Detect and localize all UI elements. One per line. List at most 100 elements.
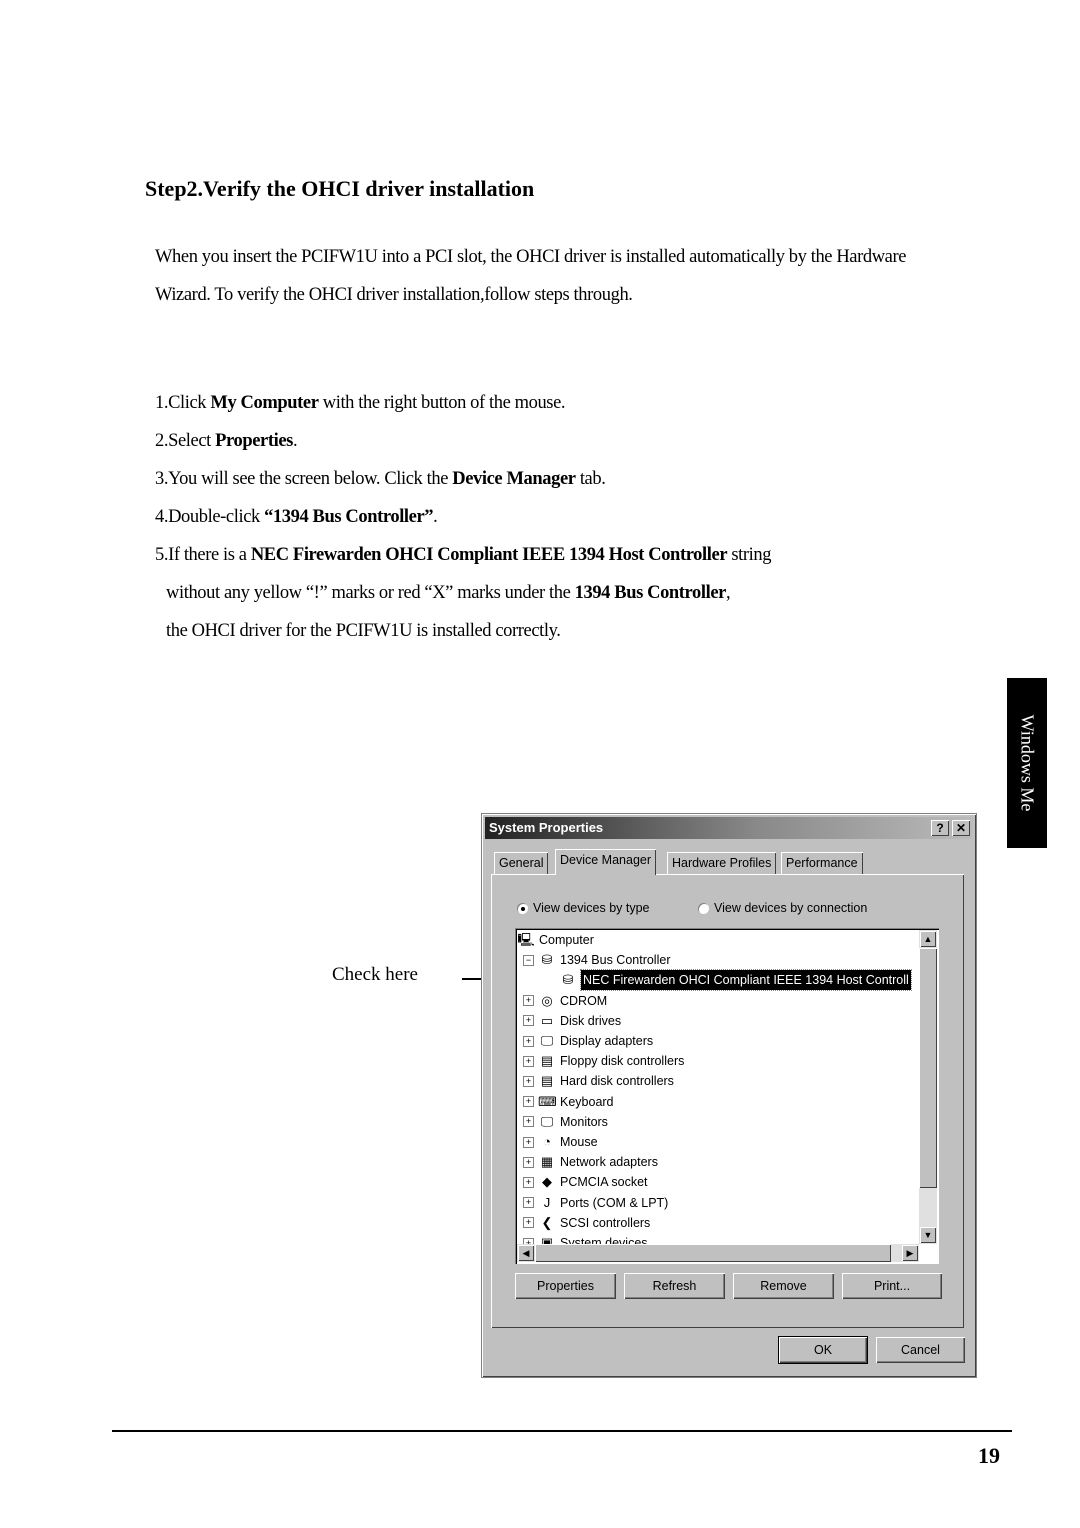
footer-rule [112,1430,1012,1432]
step-3: 3.You will see the screen below. Click t… [155,469,606,489]
device-icon: ◔ [543,1134,551,1149]
radio-unselected-icon [698,902,709,914]
tree-item[interactable]: + 🖵 Monitors [523,1112,608,1132]
step-5-cont: without any yellow “!” marks or red “X” … [166,583,731,603]
tree-item[interactable]: + ▤ Floppy disk controllers [523,1051,684,1071]
tree-item[interactable]: ⛁ NEC Firewarden OHCI Compliant IEEE 1394… [559,969,912,992]
tree-item[interactable]: + 🖵 Display adapters [523,1031,653,1051]
device-icon: ⛁ [562,972,574,988]
dialog-title: System Properties [489,820,604,835]
tree-item-label: CDROM [560,993,608,1008]
device-icon: 🖵 [540,1113,554,1129]
intro-paragraph: When you insert the PCIFW1U into a PCI s… [155,247,907,305]
tree-item-label: Display adapters [560,1034,654,1048]
step-5: 5.If there is a NEC Firewarden OHCI Comp… [155,545,772,565]
tree-item[interactable]: + ◎ CDROM [523,991,607,1011]
device-icon: ◎ [541,992,553,1008]
scroll-up-icon[interactable]: ▲ [920,931,936,947]
step-4: 4.Double-click “1394 Bus Controller”. [155,507,438,527]
tree-item-label: Mouse [560,1135,598,1149]
scroll-thumb[interactable] [919,948,937,1188]
radio-selected-icon [517,902,528,914]
tree-item[interactable]: + ◆ PCMCIA socket [523,1172,648,1192]
expand-icon[interactable]: + [523,995,534,1007]
tree-item-label: Computer [539,933,594,947]
callout-label: Check here [332,964,418,985]
cancel-button[interactable]: Cancel [876,1337,965,1363]
step-5-end: the OHCI driver for the PCIFW1U is insta… [166,621,561,641]
device-icon: Ј [543,1194,551,1210]
device-tree[interactable]: + ▣ System devices + ❮ SCSI controllers + Ј Port… [515,928,939,1264]
radio-view-by-type[interactable]: View devices by type [517,901,650,915]
scroll-right-icon[interactable]: ▶ [902,1245,918,1261]
expand-icon[interactable]: + [523,1197,534,1209]
step-1: 1.Click My Computer with the right butto… [155,393,566,413]
scroll-down-icon[interactable]: ▼ [920,1227,936,1243]
tree-item-label: Hard disk controllers [560,1074,674,1089]
expand-icon[interactable]: + [523,1075,534,1087]
expand-icon[interactable]: + [523,1217,534,1229]
expand-icon[interactable]: + [523,1136,534,1148]
device-icon: ▦ [540,1154,554,1170]
chapter-side-tab: Windows Me [1007,678,1047,848]
expand-icon[interactable]: + [523,1035,534,1047]
radio-view-by-connection[interactable]: View devices by connection [698,901,867,915]
title-bar: System Properties ? ✕ [485,817,973,839]
tree-item[interactable]: + Ј Ports (COM & LPT) [523,1193,668,1213]
device-icon: ⌨ [538,1093,557,1109]
expand-icon[interactable]: + [523,1176,534,1188]
device-icon: 🖳 [517,932,535,947]
hscroll-thumb[interactable] [535,1244,891,1262]
tab-hardware-profiles[interactable]: Hardware Profiles [667,852,777,874]
tree-item[interactable]: − ⛁ 1394 Bus Controller [523,950,670,970]
tree-item-label: SCSI controllers [560,1215,651,1230]
ok-button[interactable]: OK [778,1336,868,1364]
tree-item[interactable]: + ◔ Mouse [523,1132,598,1152]
horizontal-scrollbar[interactable]: ◀ ▶ [517,1244,919,1262]
device-icon: ⛁ [541,952,553,968]
tree-item[interactable]: + ▤ Hard disk controllers [523,1071,674,1091]
expand-icon[interactable]: + [523,1015,534,1027]
tree-item[interactable]: + ▭ Disk drives [523,1011,621,1031]
section-heading: Step2.Verify the OHCI driver installatio… [145,176,535,201]
step-list: 1.Click My Computer with the right butto… [155,384,935,650]
tree-item-label: PCMCIA socket [560,1175,648,1190]
system-properties-dialog: System Properties ? ✕ General Device Man… [481,813,977,1378]
tree-item-label: Ports (COM & LPT) [560,1195,669,1210]
device-icon: ◆ [542,1174,552,1190]
refresh-button[interactable]: Refresh [624,1273,725,1299]
tree-item-label: NEC Firewarden OHCI Compliant IEEE 1394 … [580,969,912,992]
tree-item[interactable]: 🖳 Computer [517,930,594,950]
device-icon: ❮ [541,1214,553,1230]
tree-item-label: Keyboard [560,1094,614,1109]
tree-item[interactable]: + ▦ Network adapters [523,1152,658,1172]
print-button[interactable]: Print... [842,1273,942,1299]
device-icon: ▭ [540,1012,554,1028]
properties-button[interactable]: Properties [515,1273,616,1299]
page-number: 19 [978,1443,1000,1468]
tab-general[interactable]: General [494,852,549,874]
tree-item-label: Monitors [560,1114,608,1129]
device-icon: ▤ [540,1073,554,1089]
tree-item-label: 1394 Bus Controller [560,953,671,968]
expand-icon[interactable]: + [523,1055,534,1067]
close-button[interactable]: ✕ [952,820,970,836]
tree-item-label: Disk drives [560,1013,622,1028]
device-icon: ▤ [540,1053,554,1069]
scroll-left-icon[interactable]: ◀ [518,1245,534,1261]
remove-button[interactable]: Remove [733,1273,834,1299]
expand-icon[interactable]: + [523,1116,534,1128]
collapse-icon[interactable]: − [523,954,534,966]
expand-icon[interactable]: + [523,1156,534,1168]
tree-item[interactable]: + ❮ SCSI controllers [523,1213,650,1233]
tab-device-manager[interactable]: Device Manager [555,849,657,875]
tab-performance[interactable]: Performance [781,852,863,874]
vertical-scrollbar[interactable]: ▲ ▼ [919,930,937,1244]
help-button[interactable]: ? [931,820,949,836]
expand-icon[interactable]: + [523,1096,534,1108]
tree-item-label: Network adapters [560,1155,658,1170]
tree-item[interactable]: + ⌨ Keyboard [523,1092,614,1112]
step-2: 2.Select Properties. [155,431,298,451]
device-icon: 🖵 [540,1033,554,1048]
tree-item-label: Floppy disk controllers [560,1054,685,1069]
